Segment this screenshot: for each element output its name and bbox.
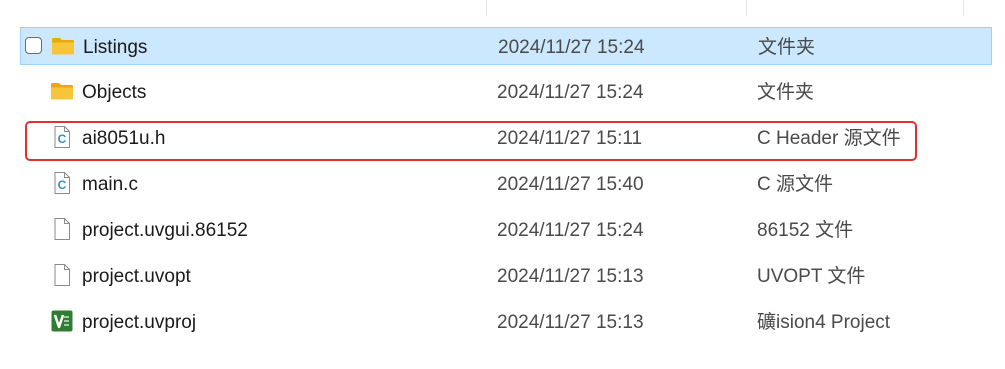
- file-date: 2024/11/27 15:13: [497, 266, 644, 287]
- file-date: 2024/11/27 15:24: [498, 37, 645, 58]
- column-separator[interactable]: [486, 0, 487, 16]
- file-row-project-uvgui[interactable]: project.uvgui.86152 2024/11/27 15:24 861…: [20, 211, 992, 249]
- file-date: 2024/11/27 15:11: [497, 128, 643, 149]
- file-row-objects[interactable]: Objects 2024/11/27 15:24 文件夹: [20, 73, 992, 111]
- file-row-ai8051u-h[interactable]: C ai8051u.h 2024/11/27 15:11 C Header 源文…: [20, 119, 992, 157]
- generic-file-icon: [54, 264, 70, 286]
- uvision-project-icon: [51, 310, 73, 332]
- folder-icon: [51, 83, 73, 100]
- file-date: 2024/11/27 15:24: [497, 82, 644, 103]
- file-type: 文件夹: [757, 82, 815, 103]
- file-name[interactable]: project.uvgui.86152: [82, 220, 248, 242]
- file-name[interactable]: Objects: [82, 82, 146, 104]
- c-file-icon: C: [54, 172, 70, 194]
- file-type: 文件夹: [758, 37, 816, 58]
- file-type: 礦ision4 Project: [757, 312, 891, 333]
- file-name[interactable]: Listings: [83, 37, 147, 59]
- file-name[interactable]: project.uvopt: [82, 266, 191, 288]
- file-type: 86152 文件: [757, 220, 854, 241]
- svg-text:C: C: [58, 132, 67, 146]
- svg-text:C: C: [58, 178, 67, 192]
- file-type: UVOPT 文件: [757, 266, 866, 287]
- file-name[interactable]: main.c: [82, 174, 138, 196]
- file-row-project-uvproj[interactable]: project.uvproj 2024/11/27 15:13 礦ision4 …: [20, 303, 992, 341]
- column-separator[interactable]: [746, 0, 747, 16]
- column-separator[interactable]: [963, 0, 964, 16]
- folder-icon: [52, 38, 74, 55]
- file-name[interactable]: project.uvproj: [82, 312, 196, 334]
- file-row-main-c[interactable]: C main.c 2024/11/27 15:40 C 源文件: [20, 165, 992, 203]
- file-row-listings[interactable]: Listings 2024/11/27 15:24 文件夹: [20, 27, 992, 65]
- file-date: 2024/11/27 15:24: [497, 220, 644, 241]
- file-type: C Header 源文件: [757, 128, 901, 149]
- select-checkbox[interactable]: [25, 37, 42, 54]
- generic-file-icon: [54, 218, 70, 240]
- file-type: C 源文件: [757, 174, 834, 195]
- file-name[interactable]: ai8051u.h: [82, 128, 165, 150]
- c-file-icon: C: [54, 126, 70, 148]
- file-row-project-uvopt[interactable]: project.uvopt 2024/11/27 15:13 UVOPT 文件: [20, 257, 992, 295]
- file-date: 2024/11/27 15:40: [497, 174, 644, 195]
- file-date: 2024/11/27 15:13: [497, 312, 644, 333]
